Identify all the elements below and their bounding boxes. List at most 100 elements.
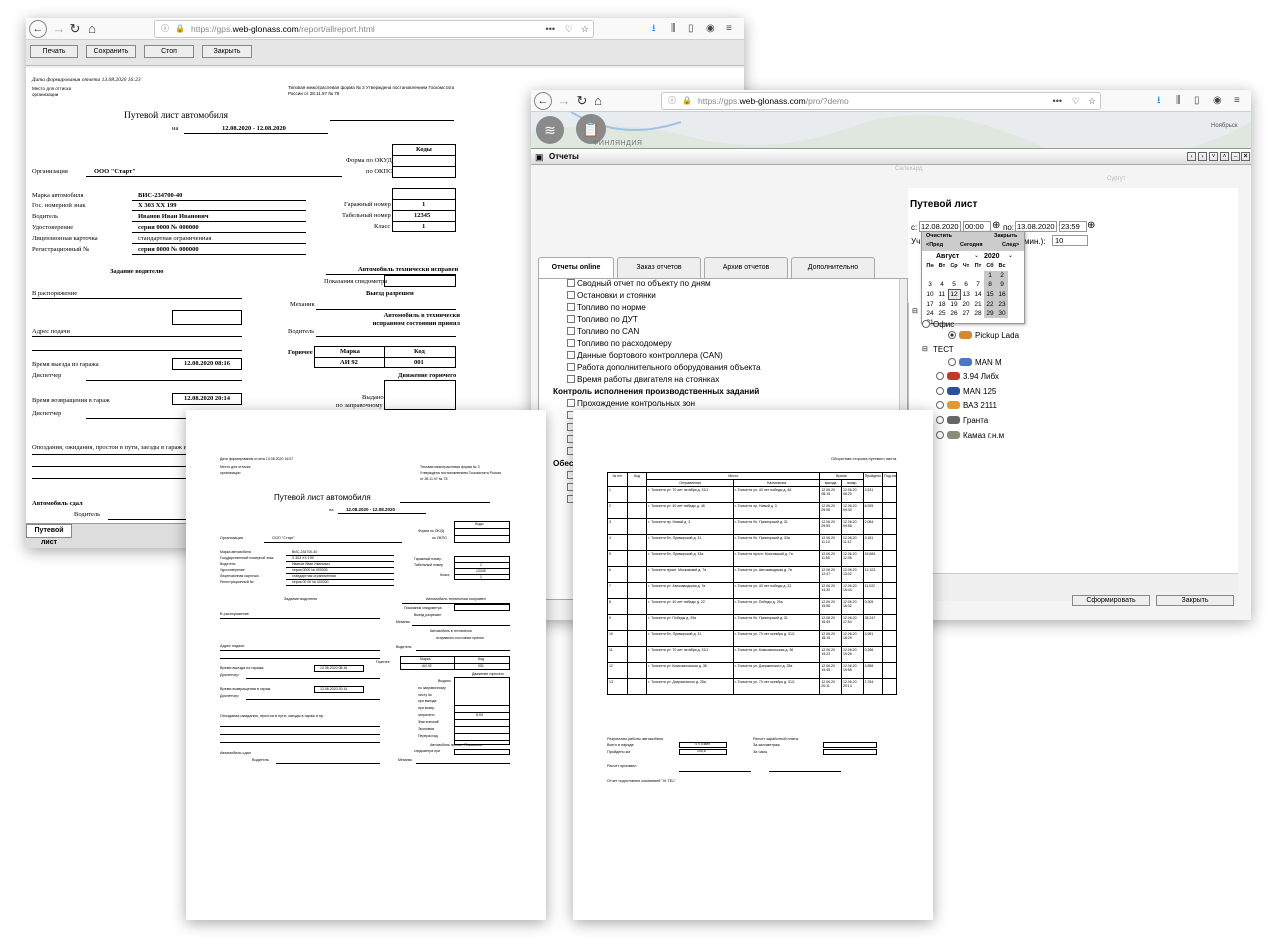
- home-icon[interactable]: ⌂: [589, 92, 607, 110]
- datepicker-close[interactable]: Закрыть: [994, 233, 1017, 240]
- calendar-day[interactable]: 3: [924, 280, 936, 290]
- month-chevron-down-icon[interactable]: ⌄: [974, 252, 979, 261]
- radio-man-125[interactable]: [936, 387, 944, 395]
- save-button[interactable]: Сохранить: [86, 45, 136, 58]
- report-item[interactable]: Топливо по норме: [567, 302, 646, 314]
- dialog-minimize-icon[interactable]: –: [1231, 152, 1240, 161]
- download-icon[interactable]: ⭳: [1157, 93, 1161, 109]
- report-item[interactable]: Топливо по CAN: [567, 326, 639, 338]
- calendar-day[interactable]: 4: [936, 280, 948, 290]
- tab-order-reports[interactable]: Заказ отчетов: [617, 257, 701, 278]
- more-dots-icon[interactable]: •••: [546, 21, 555, 37]
- calendar-day[interactable]: 8: [984, 280, 996, 290]
- calendar-day[interactable]: 13: [960, 290, 972, 300]
- library-icon[interactable]: ⫼: [1176, 93, 1181, 109]
- report-checkbox[interactable]: [567, 375, 575, 383]
- account-icon[interactable]: ◉: [1213, 93, 1222, 109]
- pocket-icon[interactable]: ♡: [565, 21, 573, 37]
- report-checkbox[interactable]: [567, 399, 575, 407]
- close-button[interactable]: Закрыть: [202, 45, 252, 58]
- address-bar-2[interactable]: ⓘ 🔒 https://gps.web-glonass.com/pro/?dem…: [661, 92, 1101, 110]
- report-checkbox[interactable]: [567, 327, 575, 335]
- calendar-day[interactable]: 5: [948, 280, 960, 290]
- report-item[interactable]: Остановки и стоянки: [567, 290, 656, 302]
- calendar-day[interactable]: 1: [984, 271, 996, 280]
- tab-online-reports[interactable]: Отчеты online: [538, 257, 614, 278]
- group-office[interactable]: Офис: [922, 320, 954, 330]
- datepicker-month[interactable]: Август: [936, 252, 959, 261]
- address-bar[interactable]: ⓘ 🔒 https://gps.web-glonass.com/report/a…: [154, 20, 594, 38]
- calendar-day[interactable]: 16: [996, 289, 1008, 300]
- report-tab[interactable]: Путевой лист: [26, 524, 72, 546]
- bookmark-star-icon[interactable]: ☆: [1088, 93, 1096, 109]
- back-icon[interactable]: ←: [534, 92, 552, 110]
- sidebar-icon[interactable]: ▯: [688, 21, 694, 37]
- dialog-next-icon[interactable]: ›: [1198, 152, 1207, 161]
- report-checkbox[interactable]: [567, 363, 575, 371]
- dialog-close-icon[interactable]: ×: [1241, 152, 1250, 161]
- datepicker-next[interactable]: След>: [1002, 242, 1019, 249]
- tree-toggle-icon-2[interactable]: ⊟: [922, 345, 928, 355]
- report-checkbox[interactable]: [567, 279, 575, 287]
- vehicle-kamaz[interactable]: Камаз г.н.м: [936, 431, 1004, 441]
- reload-icon[interactable]: ↻: [66, 20, 84, 38]
- radio-pickup-lada[interactable]: [948, 331, 956, 339]
- min-input[interactable]: 10: [1052, 235, 1088, 246]
- calendar-day[interactable]: 9: [996, 280, 1008, 290]
- report-checkbox[interactable]: [567, 339, 575, 347]
- menu-icon[interactable]: ≡: [726, 21, 732, 37]
- datepicker-clear[interactable]: Очистить: [926, 233, 952, 240]
- to-picker-icon[interactable]: ⊕: [1087, 220, 1095, 232]
- library-icon[interactable]: ⫼: [671, 21, 676, 37]
- menu-icon[interactable]: ≡: [1234, 93, 1240, 109]
- dialog-expand-icon[interactable]: ˄: [1220, 152, 1229, 161]
- vehicle-pickup-lada[interactable]: Pickup Lada: [948, 331, 1019, 341]
- report-item[interactable]: Топливо по расходомеру: [567, 338, 672, 350]
- datepicker-prev[interactable]: <Пред: [926, 242, 943, 249]
- pocket-icon[interactable]: ♡: [1072, 93, 1080, 109]
- radio-vaz-2111[interactable]: [936, 401, 944, 409]
- report-checkbox[interactable]: [567, 351, 575, 359]
- calendar-day[interactable]: 7: [972, 280, 984, 290]
- vehicle-vaz-2111[interactable]: ВАЗ 2111: [936, 401, 997, 411]
- sidebar-icon[interactable]: ▯: [1194, 93, 1200, 109]
- datepicker-year[interactable]: 2020: [984, 252, 1000, 261]
- print-button[interactable]: Печать: [30, 45, 78, 58]
- calendar-day[interactable]: 2: [996, 271, 1008, 280]
- radio-liebherr[interactable]: [936, 372, 944, 380]
- tab-archive-reports[interactable]: Архив отчетов: [704, 257, 788, 278]
- dialog-collapse-icon[interactable]: ˅: [1209, 152, 1218, 161]
- vehicle-liebherr[interactable]: 3.94 Либх: [936, 372, 999, 382]
- report-checkbox[interactable]: [567, 315, 575, 323]
- more-dots-icon[interactable]: •••: [1053, 93, 1062, 109]
- radio-man-m[interactable]: [948, 358, 956, 366]
- form-report-button[interactable]: Сформировать: [1072, 595, 1150, 606]
- calendar-day[interactable]: 10: [924, 290, 936, 300]
- report-item[interactable]: Данные бортового контроллера (CAN): [567, 350, 723, 362]
- calendar-day[interactable]: 11: [936, 290, 948, 300]
- report-checkbox[interactable]: [567, 291, 575, 299]
- calendar-day[interactable]: 12: [947, 289, 961, 300]
- vehicle-man-125[interactable]: MAN 125: [936, 387, 996, 397]
- stop-button[interactable]: Стоп: [144, 45, 194, 58]
- radio-granta[interactable]: [936, 416, 944, 424]
- report-item[interactable]: Сводный отчет по объекту по дням: [567, 279, 711, 290]
- calendar-day[interactable]: 14: [972, 290, 984, 300]
- bookmark-star-icon[interactable]: ☆: [581, 21, 589, 37]
- close-dialog-button[interactable]: Закрыть: [1156, 595, 1234, 606]
- year-chevron-down-icon[interactable]: ⌄: [1008, 252, 1013, 261]
- vehicle-man-m[interactable]: MAN M: [948, 358, 1002, 368]
- report-item[interactable]: Время работы двигателя на стоянках: [567, 374, 719, 386]
- download-icon[interactable]: ⭳: [652, 21, 656, 37]
- radio-office[interactable]: [922, 320, 930, 328]
- home-icon[interactable]: ⌂: [83, 20, 101, 38]
- calendar-day[interactable]: 6: [960, 280, 972, 290]
- back-icon[interactable]: ←: [29, 20, 47, 38]
- vehicle-granta[interactable]: Гранта: [936, 416, 988, 426]
- dialog-prev-icon[interactable]: ‹: [1187, 152, 1196, 161]
- report-item[interactable]: Работа дополнительного оборудования объе…: [567, 362, 761, 374]
- forward-icon[interactable]: →: [555, 92, 573, 110]
- account-icon[interactable]: ◉: [706, 21, 715, 37]
- calendar-day[interactable]: 15: [984, 289, 996, 300]
- datepicker-today[interactable]: Сегодня: [960, 242, 983, 249]
